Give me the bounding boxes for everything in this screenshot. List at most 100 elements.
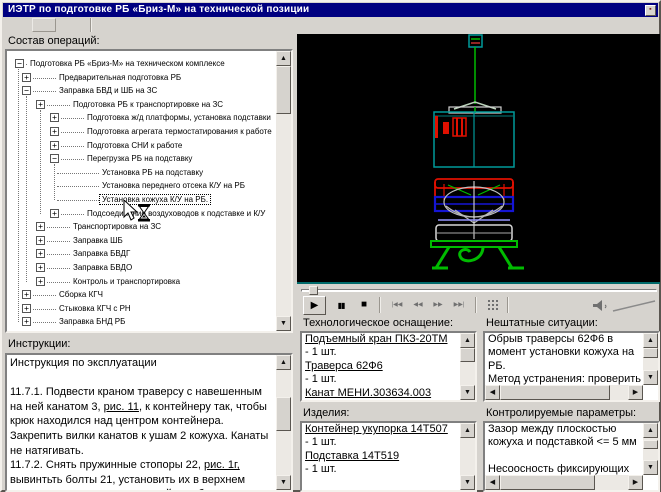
expand-icon[interactable]: + [50, 141, 59, 150]
scroll-down-icon[interactable]: ▼ [643, 460, 658, 475]
scroll-up-icon[interactable]: ▲ [643, 333, 658, 348]
tree-item[interactable]: + Предварительная подготовка РБ [7, 71, 276, 85]
scroll-down-icon[interactable]: ▼ [460, 385, 475, 400]
tree-item[interactable]: Установка переднего отсека К/У на РБ [7, 179, 276, 193]
tree-item[interactable]: −Перегрузка РБ на подставку [7, 152, 276, 166]
expand-icon[interactable]: + [22, 290, 31, 299]
tree-item[interactable]: Установка РБ на подставку [7, 166, 276, 180]
tree-item[interactable]: + Подготовка РБ к транспортировке на ЗС [7, 98, 276, 112]
tree-item-label[interactable]: Заправка БВДГ [70, 248, 133, 259]
equipment-scroll-thumb[interactable] [460, 348, 475, 362]
rewind-button[interactable]: ◀◀ [409, 296, 427, 315]
tree-item[interactable]: + Подготовка ж/д платформы, установка под… [7, 111, 276, 125]
expand-icon[interactable]: + [36, 222, 45, 231]
tree-item-label[interactable]: Подготовка РБ «Бриз-М» на техническом ко… [27, 58, 228, 69]
tree-item-label[interactable]: Предварительная подготовка РБ [56, 72, 184, 83]
tree-item-label[interactable]: Подготовка СНИ к работе [84, 140, 185, 151]
forward-button[interactable]: ▶▶ [429, 296, 447, 315]
emergencies-hscrollbar[interactable]: ◀ ▶ [485, 385, 643, 400]
scroll-up-icon[interactable]: ▲ [643, 423, 658, 438]
tree-item[interactable]: + Контроль и транспортировка [7, 275, 276, 289]
seek-thumb[interactable] [309, 286, 318, 295]
scroll-down-icon[interactable]: ▼ [276, 316, 291, 331]
tree-item[interactable]: + Сборка КГЧ [7, 288, 276, 302]
scroll-down-icon[interactable]: ▼ [643, 370, 658, 385]
equipment-item[interactable]: Траверса 62Ф6 [305, 360, 457, 373]
tree-scroll-thumb[interactable] [276, 66, 291, 114]
toolbar-button[interactable] [32, 18, 56, 32]
product-item[interactable]: Подставка 14Т519 [305, 450, 457, 463]
seek-track[interactable] [301, 289, 657, 292]
tree-item-label[interactable]: Подсоединение воздуховодов к подставке и… [84, 208, 268, 219]
tree-item[interactable]: +Заправка БНД РБ [7, 315, 276, 329]
tree-item-label[interactable]: Контроль и транспортировка [70, 276, 183, 287]
tree-item[interactable]: +Заправка ШБ [7, 234, 276, 248]
parameters-scroll-thumb[interactable] [643, 440, 658, 449]
seek-slider[interactable] [299, 286, 659, 295]
collapse-icon[interactable]: − [15, 59, 24, 68]
tree-item[interactable]: + Подготовка СНИ к работе [7, 139, 276, 153]
expand-icon[interactable]: + [36, 263, 45, 272]
tree-item[interactable]: −Подготовка РБ «Бриз-М» на техническом к… [7, 57, 276, 71]
tree-item[interactable]: − Заправка БВД и ШБ на ЗС [7, 84, 276, 98]
frames-button[interactable] [485, 296, 501, 315]
tree-item-label[interactable]: Заправка БВД и ШБ на ЗС [56, 85, 160, 96]
expand-icon[interactable]: + [22, 304, 31, 313]
figure-link[interactable]: рис. 11 [104, 401, 139, 413]
tree-item-label[interactable]: Заправка БНД РБ [56, 316, 128, 327]
skip-start-button[interactable]: |◀◀ [387, 296, 407, 315]
scroll-up-icon[interactable]: ▲ [460, 423, 475, 438]
pause-button[interactable]: ▮▮ [332, 296, 350, 315]
collapse-icon[interactable]: − [22, 86, 31, 95]
tree-item-label[interactable]: Установка РБ на подставку [99, 167, 206, 178]
tree-item-label[interactable]: Сборка КГЧ [56, 289, 106, 300]
scroll-down-icon[interactable]: ▼ [460, 475, 475, 490]
product-item[interactable]: Контейнер укупорка 14Т507 [305, 423, 457, 436]
instructions-scroll-thumb[interactable] [276, 397, 291, 431]
tree-item-label[interactable]: Заправка ШБ [70, 235, 126, 246]
tree-item-label[interactable]: Подготовка РБ к транспортировке на ЗС [70, 99, 226, 110]
equipment-scrollbar[interactable]: ▲ ▼ [460, 333, 475, 400]
emergencies-scroll-thumb[interactable] [643, 348, 658, 358]
scroll-up-icon[interactable]: ▲ [460, 333, 475, 348]
equipment-item[interactable]: Подъемный кран ПКЗ-20ТМ [305, 333, 457, 346]
expand-icon[interactable]: + [50, 113, 59, 122]
viewport-3d[interactable] [297, 34, 660, 284]
tree-item-label[interactable]: Установка переднего отсека К/У на РБ [99, 180, 248, 191]
tree-item-label[interactable]: Подготовка ж/д платформы, установка подс… [84, 112, 274, 123]
tree-scrollbar[interactable]: ▲ ▼ [276, 51, 291, 331]
tree-item-label[interactable]: Заправка БВДО [70, 262, 135, 273]
volume-control[interactable] [589, 296, 659, 315]
expand-icon[interactable]: + [36, 100, 45, 109]
products-scrollbar[interactable]: ▲ ▼ [460, 423, 475, 490]
expand-icon[interactable]: + [50, 127, 59, 136]
instructions-scrollbar[interactable]: ▲ ▼ [276, 355, 291, 490]
figure-link[interactable]: рис. 1г, [204, 459, 240, 471]
tree-item[interactable]: +Стыковка КГЧ с РН [7, 302, 276, 316]
play-button[interactable]: ▶ [303, 296, 326, 315]
tree-item[interactable]: + Заправка БВДГ [7, 247, 276, 261]
emergencies-hscroll-thumb[interactable] [500, 385, 610, 400]
expand-icon[interactable]: + [22, 73, 31, 82]
scroll-down-icon[interactable]: ▼ [276, 475, 291, 490]
scroll-right-icon[interactable]: ▶ [628, 475, 643, 490]
window-close-button[interactable]: ▪ [645, 5, 656, 16]
tree-item[interactable]: +Подготовка агрегата термостатирования к… [7, 125, 276, 139]
expand-icon[interactable]: + [36, 277, 45, 286]
tree-item[interactable]: + Заправка БВДО [7, 261, 276, 275]
skip-end-button[interactable]: ▶▶| [449, 296, 469, 315]
scroll-left-icon[interactable]: ◀ [485, 475, 500, 490]
scroll-right-icon[interactable]: ▶ [628, 385, 643, 400]
scroll-up-icon[interactable]: ▲ [276, 51, 291, 66]
expand-icon[interactable]: + [50, 209, 59, 218]
scroll-left-icon[interactable]: ◀ [485, 385, 500, 400]
parameters-hscrollbar[interactable]: ◀ ▶ [485, 475, 643, 490]
stop-button[interactable]: ■ [355, 296, 373, 315]
collapse-icon[interactable]: − [50, 154, 59, 163]
expand-icon[interactable]: + [36, 249, 45, 258]
parameters-vscrollbar[interactable]: ▲ ▼ [643, 423, 658, 475]
emergencies-vscrollbar[interactable]: ▲ ▼ [643, 333, 658, 385]
parameters-hscroll-thumb[interactable] [500, 475, 595, 490]
equipment-item[interactable]: Канат МЕНИ.303634.003 [305, 387, 457, 400]
scroll-up-icon[interactable]: ▲ [276, 355, 291, 370]
